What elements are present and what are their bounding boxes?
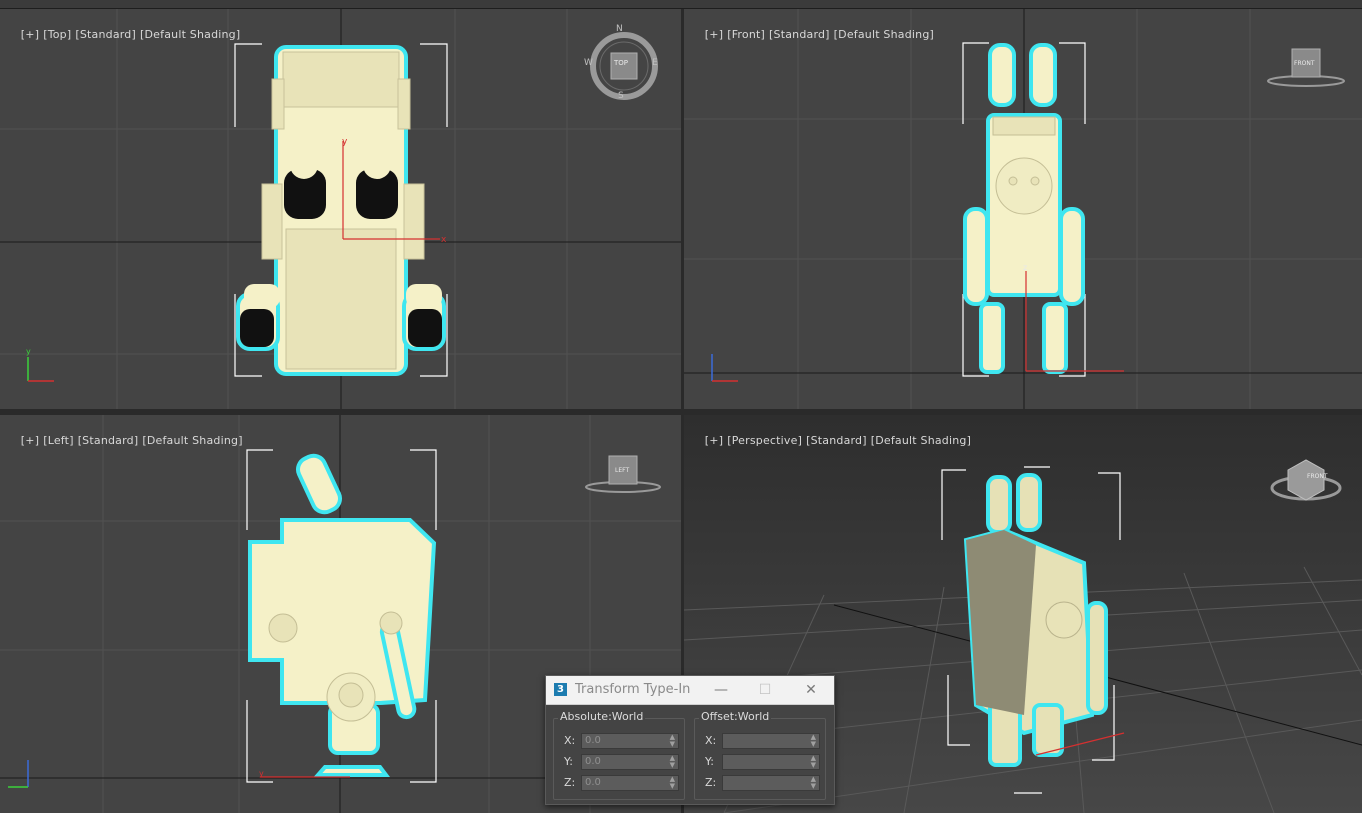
maximize-button[interactable]: ☐ xyxy=(752,680,778,700)
viewport-render-preset[interactable]: [Standard] xyxy=(806,434,867,447)
offset-x-spinner[interactable]: ▲ ▼ xyxy=(722,733,820,749)
spinner-arrows-icon[interactable]: ▲ ▼ xyxy=(670,776,675,790)
offset-x-label: X: xyxy=(705,734,717,747)
viewport-render-preset[interactable]: [Standard] xyxy=(75,28,136,41)
top-toolbar-strip xyxy=(0,0,1362,9)
offset-z-label: Z: xyxy=(705,776,717,789)
transform-type-in-dialog[interactable]: 3 Transform Type-In — ☐ ✕ Absolute:World… xyxy=(545,675,835,805)
app-icon: 3 xyxy=(554,683,567,696)
viewport-perspective-label[interactable]: [+] [Perspective] [Standard] [Default Shadi… xyxy=(690,421,975,460)
viewport-point-of-view[interactable]: [Perspective] xyxy=(727,434,802,447)
viewport-top-label[interactable]: [+] [Top] [Standard] [Default Shading] xyxy=(6,15,244,54)
absolute-x-value: 0.0 xyxy=(585,735,601,746)
viewcube-top-face[interactable]: TOP xyxy=(614,59,628,67)
viewport-render-preset[interactable]: [Standard] xyxy=(78,434,139,447)
absolute-x-spinner[interactable]: 0.0 ▲ ▼ xyxy=(581,733,679,749)
viewport-render-preset[interactable]: [Standard] xyxy=(769,28,830,41)
viewcube-front-face[interactable]: FRONT xyxy=(1294,60,1315,67)
viewport-point-of-view[interactable]: [Front] xyxy=(727,28,765,41)
absolute-x-label: X: xyxy=(564,734,576,747)
absolute-y-value: 0.0 xyxy=(585,756,601,767)
viewport-point-of-view[interactable]: [Top] xyxy=(43,28,71,41)
spinner-arrows-icon[interactable]: ▲ ▼ xyxy=(670,755,675,769)
viewcube-left-face[interactable]: LEFT xyxy=(615,467,629,474)
absolute-y-spinner[interactable]: 0.0 ▲ ▼ xyxy=(581,754,679,770)
compass-south: S xyxy=(618,91,624,101)
offset-z-spinner[interactable]: ▲ ▼ xyxy=(722,775,820,791)
absolute-z-label: Z: xyxy=(564,776,576,789)
absolute-z-value: 0.0 xyxy=(585,777,601,788)
compass-east: E xyxy=(652,58,658,68)
dialog-titlebar[interactable]: 3 Transform Type-In — ☐ ✕ xyxy=(546,676,834,705)
viewport-menu-plus[interactable]: [+] xyxy=(705,28,723,41)
viewport-menu-plus[interactable]: [+] xyxy=(21,28,39,41)
absolute-world-group: Absolute:World X: 0.0 ▲ ▼ Y: 0.0 ▲ ▼ Z: 0.0 ▲… xyxy=(553,710,685,800)
viewport-menu-plus[interactable]: [+] xyxy=(705,434,723,447)
viewport-top[interactable]: y x [+] [Top] [Standard] [Default Shading] … xyxy=(0,9,681,409)
viewport-menu-plus[interactable]: [+] xyxy=(21,434,39,447)
viewport-left-label[interactable]: [+] [Left] [Standard] [Default Shading] xyxy=(6,421,247,460)
viewport-front-grid xyxy=(684,9,1362,409)
absolute-world-title: Absolute:World xyxy=(558,710,646,723)
gizmo-z-label: z xyxy=(1023,263,1028,272)
gizmo-y-label: y xyxy=(259,769,264,778)
viewport-shading[interactable]: [Default Shading] xyxy=(834,28,934,41)
viewport-front[interactable]: [+] [Front] [Standard] [Default Shading] FR… xyxy=(684,9,1362,409)
viewport-shading[interactable]: [Default Shading] xyxy=(140,28,240,41)
offset-world-group: Offset:World X: ▲ ▼ Y: ▲ ▼ Z: ▲ ▼ xyxy=(694,710,826,800)
offset-y-label: Y: xyxy=(705,755,714,768)
gizmo-x-label: x xyxy=(441,235,447,245)
viewport-shading[interactable]: [Default Shading] xyxy=(871,434,971,447)
compass-west: W xyxy=(584,58,593,68)
viewcube-perspective-face[interactable]: FRONT xyxy=(1307,473,1328,480)
viewport-top-grid: y x xyxy=(0,9,681,409)
viewcube-front[interactable] xyxy=(1267,48,1345,87)
viewport-shading[interactable]: [Default Shading] xyxy=(142,434,242,447)
minimize-button[interactable]: — xyxy=(708,680,734,700)
gizmo-y-label: y xyxy=(342,137,348,147)
viewport-front-label[interactable]: [+] [Front] [Standard] [Default Shading] xyxy=(690,15,938,54)
absolute-y-label: Y: xyxy=(564,755,573,768)
spinner-arrows-icon[interactable]: ▲ ▼ xyxy=(811,734,816,748)
spinner-arrows-icon[interactable]: ▲ ▼ xyxy=(811,776,816,790)
offset-y-spinner[interactable]: ▲ ▼ xyxy=(722,754,820,770)
axis-y-label: y xyxy=(26,347,31,356)
compass-north: N xyxy=(616,24,623,34)
absolute-z-spinner[interactable]: 0.0 ▲ ▼ xyxy=(581,775,679,791)
viewcube-left[interactable] xyxy=(585,455,661,493)
offset-world-title: Offset:World xyxy=(699,710,772,723)
dialog-title: Transform Type-In xyxy=(575,682,691,697)
spinner-arrows-icon[interactable]: ▲ ▼ xyxy=(811,755,816,769)
close-button[interactable]: ✕ xyxy=(798,680,824,700)
spinner-arrows-icon[interactable]: ▲ ▼ xyxy=(670,734,675,748)
viewport-point-of-view[interactable]: [Left] xyxy=(43,434,73,447)
